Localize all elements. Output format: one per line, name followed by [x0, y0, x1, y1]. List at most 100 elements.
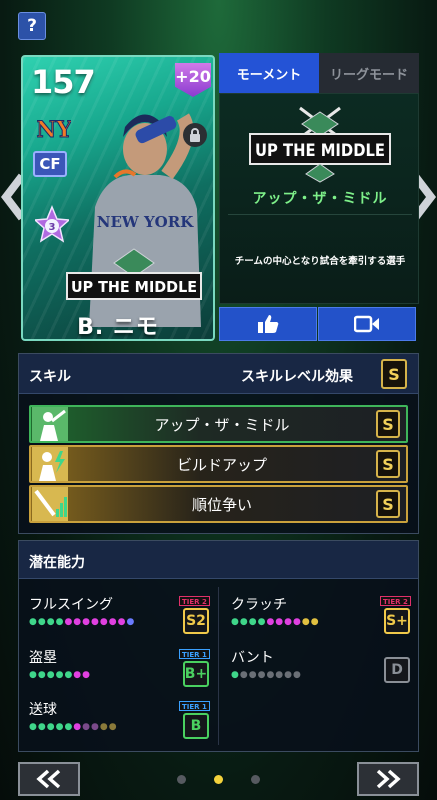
prev-page-button[interactable]	[18, 762, 80, 796]
potential-dot: ●	[99, 722, 108, 732]
potential-grade[interactable]: B+	[183, 661, 209, 687]
potential-label: バント	[231, 650, 274, 666]
video-button[interactable]	[318, 307, 416, 341]
potential-dot: ●	[29, 670, 37, 680]
skill-grade: S	[376, 410, 400, 438]
like-button[interactable]	[219, 307, 317, 341]
potential-dot: ●	[284, 670, 293, 680]
card-emblem: UP THE MIDDLE	[59, 243, 209, 313]
potential-dot: ●	[310, 617, 319, 627]
potential-dot: ●	[73, 617, 82, 627]
page-dot[interactable]	[177, 775, 186, 784]
potential-dot: ●	[46, 670, 55, 680]
skill-level-effect-grade[interactable]: S	[381, 359, 407, 389]
potential-panel: 潜在能力 フルスイング ●●●●●●●●●●●● TIER 2 S2 クラッチ …	[18, 540, 419, 752]
potential-dot: ●	[55, 722, 64, 732]
potential-dot: ●	[275, 670, 284, 680]
skill-level-effect-label: スキルレベル効果	[241, 369, 353, 385]
potential-dots: ●●●●●●●●●●	[231, 616, 320, 628]
potential-dot: ●	[91, 617, 99, 627]
potential-dot: ●	[73, 722, 82, 732]
team-logo-text: NY	[37, 117, 71, 143]
potential-dot: ●	[29, 617, 37, 627]
potential-dot: ●	[301, 617, 310, 627]
potential-dot: ●	[73, 670, 82, 680]
player-name: B. ニモ	[77, 315, 159, 340]
potential-grade[interactable]: B	[183, 713, 209, 739]
skill-grade: S	[376, 450, 400, 478]
double-chevron-right-icon	[376, 769, 401, 789]
player-lightning-icon	[32, 447, 68, 481]
card-emblem-text: UP THE MIDDLE	[71, 278, 197, 296]
potential-dot: ●	[82, 617, 91, 627]
potential-dot: ●	[108, 722, 117, 732]
potential-dot: ●	[231, 617, 239, 627]
potential-dots: ●●●●●●●●●●●●	[29, 616, 135, 628]
potential-dot: ●	[46, 617, 55, 627]
potential-dot: ●	[257, 670, 266, 680]
potential-dot: ●	[64, 670, 73, 680]
potential-dot: ●	[239, 670, 248, 680]
grade-star-icon: 3	[33, 205, 71, 245]
skills-header: スキル スキルレベル効果 S	[19, 354, 418, 394]
potential-dot: ●	[82, 670, 91, 680]
potential-dot: ●	[117, 617, 126, 627]
video-camera-icon	[354, 315, 379, 333]
page-dot[interactable]	[214, 775, 223, 784]
jersey-text: NEW YORK	[97, 213, 194, 231]
potential-dots: ●●●●●●●	[29, 669, 91, 681]
potential-label: フルスイング	[29, 597, 113, 613]
potential-dot: ●	[293, 670, 301, 680]
potential-label: 盗塁	[29, 650, 57, 666]
moment-panel: UP THE MIDDLE アップ・ザ・ミドル チームの中心となり試合を牽引する…	[219, 93, 419, 304]
potential-dot: ●	[55, 617, 64, 627]
potential-dot: ●	[64, 617, 73, 627]
player-rating: 157	[31, 63, 96, 101]
help-button[interactable]: ?	[18, 12, 46, 40]
svg-text:3: 3	[49, 222, 56, 233]
potential-dot: ●	[275, 617, 284, 627]
potential-dot: ●	[239, 617, 248, 627]
potential-dot: ●	[266, 670, 275, 680]
tier-label: TIER 2	[380, 596, 411, 606]
skills-panel: スキル スキルレベル効果 S アップ・ザ・ミドル S ビルドアップ S 順位争い…	[18, 353, 419, 534]
tier-label: TIER 2	[179, 596, 210, 606]
potential-dot: ●	[231, 670, 239, 680]
potential-dot: ●	[248, 670, 257, 680]
potential-dot: ●	[64, 722, 73, 732]
skill-name: アップ・ザ・ミドル	[154, 415, 290, 434]
bat-chart-icon	[32, 487, 68, 521]
potential-dot: ●	[257, 617, 266, 627]
potential-dot: ●	[37, 722, 46, 732]
position-badge: CF	[33, 151, 67, 177]
potential-grade[interactable]: S+	[384, 608, 410, 634]
tier-label: TIER 1	[179, 649, 210, 659]
potential-dot: ●	[266, 617, 275, 627]
skill-row[interactable]: アップ・ザ・ミドル S	[29, 405, 408, 443]
skills-title: スキル	[29, 369, 71, 385]
potential-dot: ●	[284, 617, 293, 627]
skill-row[interactable]: 順位争い S	[29, 485, 408, 523]
skill-name: ビルドアップ	[176, 455, 267, 474]
potential-grade[interactable]: D	[384, 657, 410, 683]
moment-emblem-text: UP THE MIDDLE	[255, 141, 385, 161]
potential-dots: ●●●●●●●●	[231, 669, 302, 681]
potential-dot: ●	[37, 617, 46, 627]
skill-row[interactable]: ビルドアップ S	[29, 445, 408, 483]
player-card[interactable]: NEW YORK 157 +20 NY CF 3 UP THE MIDDLE B…	[21, 55, 215, 341]
potential-dot: ●	[55, 670, 64, 680]
tab-league-mode[interactable]: リーグモード	[319, 53, 419, 93]
potential-dot: ●	[248, 617, 257, 627]
tab-moment[interactable]: モーメント	[219, 53, 319, 93]
potential-grade[interactable]: S2	[183, 608, 209, 634]
skill-grade: S	[376, 490, 400, 518]
moment-description: チームの中心となり試合を牽引する選手	[234, 256, 406, 267]
potential-header: 潜在能力	[19, 541, 418, 579]
moment-emblem: UP THE MIDDLE	[242, 104, 398, 184]
potential-dot: ●	[126, 617, 135, 627]
page-dot[interactable]	[251, 775, 260, 784]
thumbs-up-icon	[258, 315, 279, 333]
lock-icon[interactable]	[183, 123, 207, 147]
divider	[228, 214, 412, 215]
next-page-button[interactable]	[357, 762, 419, 796]
